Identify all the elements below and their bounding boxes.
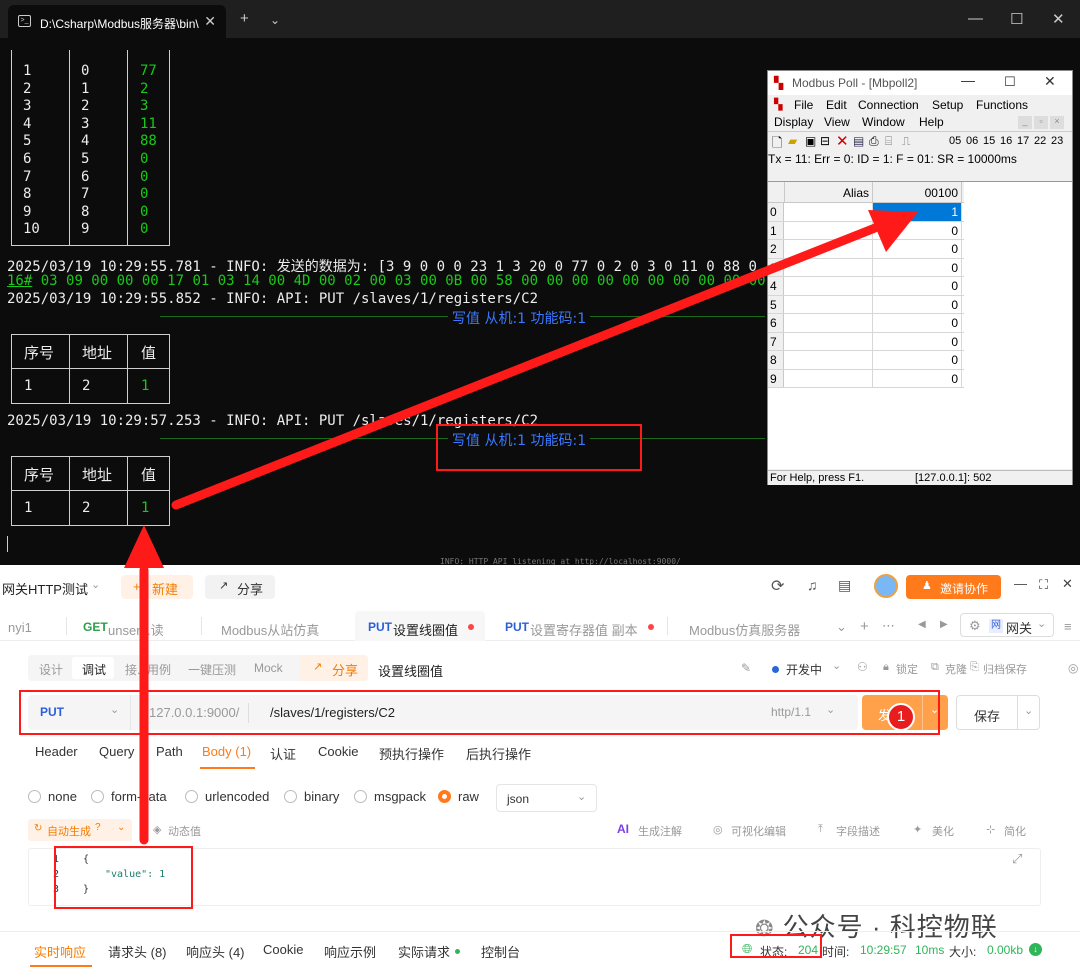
arrow-to-terminal-table <box>124 525 164 845</box>
annotation-arrows <box>124 210 918 845</box>
arrow-to-modbus-poll <box>171 210 918 510</box>
